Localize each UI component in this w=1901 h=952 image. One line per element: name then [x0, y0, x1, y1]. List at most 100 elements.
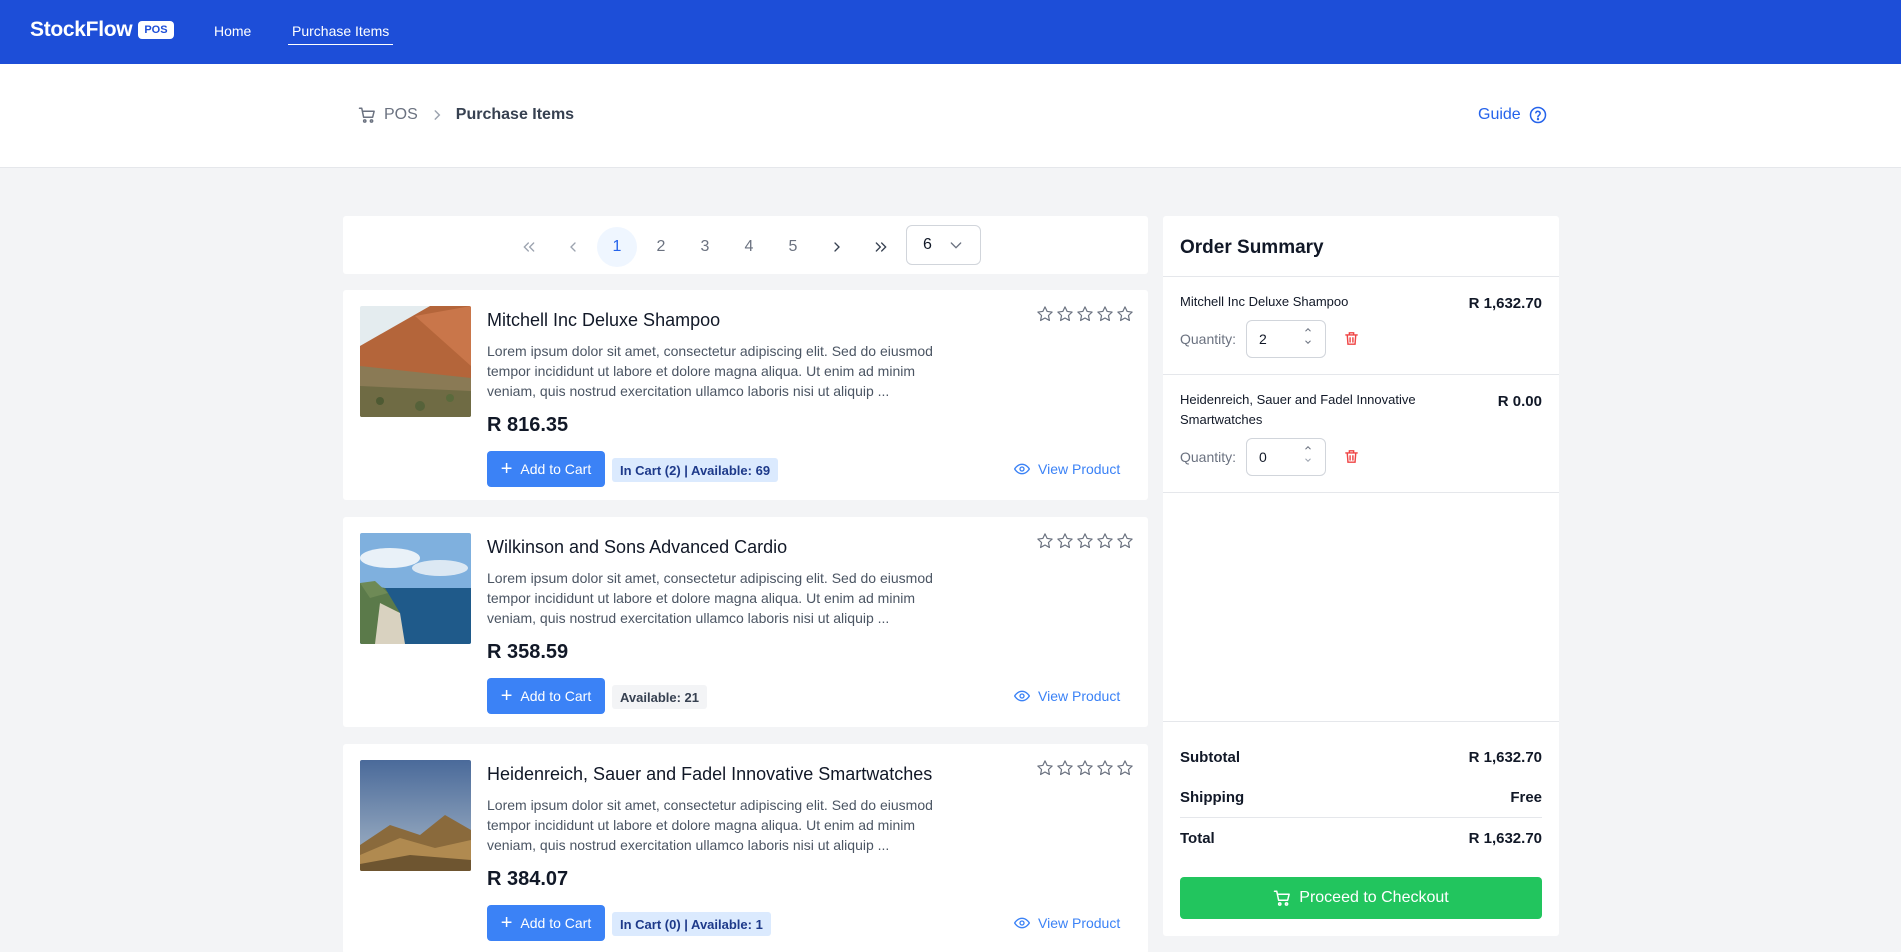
brand-logo[interactable]: StockFlow POS	[30, 18, 174, 42]
prev-page-button[interactable]	[553, 227, 593, 267]
nav-home[interactable]: Home	[214, 23, 251, 39]
checkout-label: Proceed to Checkout	[1299, 889, 1449, 906]
star-icon[interactable]	[1036, 759, 1054, 777]
product-card: Wilkinson and Sons Advanced Cardio Lorem…	[343, 517, 1148, 727]
star-icon[interactable]	[1096, 759, 1114, 777]
eye-icon	[1014, 461, 1038, 477]
stock-badge: In Cart (0) | Available: 1	[612, 912, 771, 936]
chevron-right-icon	[430, 108, 444, 122]
first-page-button[interactable]	[509, 227, 549, 267]
per-page-select[interactable]: 6	[906, 225, 981, 265]
plus-icon: +	[500, 685, 513, 707]
view-product-link[interactable]: View Product	[1014, 688, 1120, 704]
product-name[interactable]: Mitchell Inc Deluxe Shampoo	[487, 310, 720, 331]
view-product-label: View Product	[1038, 915, 1121, 931]
trash-icon	[1343, 330, 1360, 347]
product-price: R 358.59	[487, 641, 569, 663]
guide-button[interactable]: Guide	[1478, 106, 1547, 124]
eye-icon	[1014, 688, 1038, 704]
view-product-link[interactable]: View Product	[1014, 461, 1120, 477]
product-image[interactable]	[360, 306, 471, 417]
page-button-4[interactable]: 4	[729, 227, 769, 267]
product-card: Mitchell Inc Deluxe Shampoo Lorem ipsum …	[343, 290, 1148, 500]
divider	[1163, 721, 1559, 722]
product-description: Lorem ipsum dolor sit amet, consectetur …	[487, 343, 933, 399]
star-icon[interactable]	[1096, 532, 1114, 550]
last-page-button[interactable]	[861, 227, 901, 267]
page-button-3[interactable]: 3	[685, 227, 725, 267]
chevron-down-icon[interactable]	[1303, 337, 1313, 347]
quantity-label: Quantity:	[1180, 449, 1237, 465]
total-label: Total	[1180, 830, 1215, 847]
divider	[1163, 374, 1559, 375]
star-icon[interactable]	[1096, 305, 1114, 323]
star-icon[interactable]	[1036, 305, 1054, 323]
star-icon[interactable]	[1056, 305, 1074, 323]
quantity-value: 0	[1259, 449, 1267, 465]
remove-item-button[interactable]	[1343, 448, 1360, 465]
chevron-up-icon[interactable]	[1303, 325, 1313, 335]
brand-badge: POS	[138, 21, 174, 39]
per-page-value: 6	[923, 236, 932, 253]
add-to-cart-button[interactable]: + Add to Cart	[487, 451, 605, 487]
product-card: Heidenreich, Sauer and Fadel Innovative …	[343, 744, 1148, 952]
star-icon[interactable]	[1076, 532, 1094, 550]
summary-item-name: Mitchell Inc Deluxe Shampoo	[1180, 294, 1349, 309]
quantity-stepper[interactable]: 2	[1246, 320, 1326, 358]
subtotal-value: R 1,632.70	[1468, 749, 1542, 766]
product-name[interactable]: Heidenreich, Sauer and Fadel Innovative …	[487, 764, 932, 785]
star-icon[interactable]	[1056, 532, 1074, 550]
star-icon[interactable]	[1056, 759, 1074, 777]
remove-item-button[interactable]	[1343, 330, 1360, 347]
plus-icon: +	[500, 458, 513, 480]
star-icon[interactable]	[1116, 305, 1134, 323]
breadcrumb: POS Purchase Items	[358, 106, 574, 124]
help-circle-icon	[1521, 106, 1547, 124]
shipping-value: Free	[1510, 789, 1542, 806]
page-button-2[interactable]: 2	[641, 227, 681, 267]
total-value: R 1,632.70	[1468, 830, 1542, 847]
shipping-label: Shipping	[1180, 789, 1245, 806]
quantity-value: 2	[1259, 331, 1267, 347]
stepper-arrows[interactable]	[1303, 443, 1313, 465]
view-product-link[interactable]: View Product	[1014, 915, 1120, 931]
next-page-button[interactable]	[817, 227, 857, 267]
view-product-label: View Product	[1038, 688, 1121, 704]
top-navbar: StockFlow POS Home Purchase Items	[0, 0, 1901, 64]
product-name[interactable]: Wilkinson and Sons Advanced Cardio	[487, 537, 787, 558]
chevron-up-icon[interactable]	[1303, 443, 1313, 453]
guide-label: Guide	[1478, 106, 1521, 123]
star-icon[interactable]	[1076, 305, 1094, 323]
chevrons-left-icon	[521, 239, 537, 255]
page-button-1[interactable]: 1	[597, 227, 637, 267]
divider	[1163, 492, 1559, 493]
rating-stars	[1036, 305, 1134, 323]
product-image[interactable]	[360, 760, 471, 871]
chevron-down-icon	[948, 237, 964, 253]
stepper-arrows[interactable]	[1303, 325, 1313, 347]
breadcrumb-pos-link[interactable]: POS	[384, 106, 418, 124]
star-icon[interactable]	[1116, 532, 1134, 550]
chevron-down-icon[interactable]	[1303, 455, 1313, 465]
cart-icon	[1273, 889, 1299, 907]
add-to-cart-button[interactable]: + Add to Cart	[487, 905, 605, 941]
pagination: 1 2 3 4 5 6	[343, 216, 1148, 274]
quantity-stepper[interactable]: 0	[1246, 438, 1326, 476]
breadcrumb-bar: POS Purchase Items Guide	[0, 64, 1901, 168]
page-button-5[interactable]: 5	[773, 227, 813, 267]
star-icon[interactable]	[1076, 759, 1094, 777]
add-to-cart-label: Add to Cart	[520, 915, 592, 931]
star-icon[interactable]	[1036, 532, 1054, 550]
order-summary-panel: Order Summary Mitchell Inc Deluxe Shampo…	[1163, 216, 1559, 936]
stock-badge: Available: 21	[612, 685, 708, 709]
summary-item-name: Heidenreich, Sauer and Fadel Innovative …	[1180, 392, 1416, 427]
product-image[interactable]	[360, 533, 471, 644]
nav-purchase-items[interactable]: Purchase Items	[288, 23, 394, 45]
trash-icon	[1343, 448, 1360, 465]
chevron-right-icon	[829, 239, 845, 255]
proceed-to-checkout-button[interactable]: Proceed to Checkout	[1180, 877, 1542, 919]
summary-item-price: R 0.00	[1497, 393, 1542, 410]
rating-stars	[1036, 532, 1134, 550]
add-to-cart-button[interactable]: + Add to Cart	[487, 678, 605, 714]
star-icon[interactable]	[1116, 759, 1134, 777]
